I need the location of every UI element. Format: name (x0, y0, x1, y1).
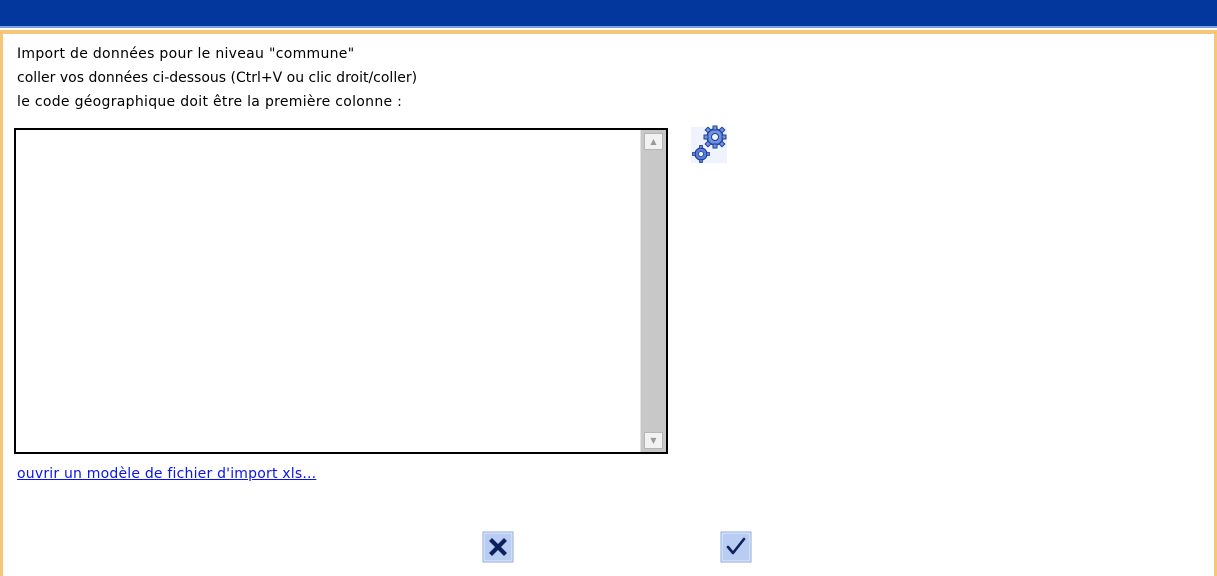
process-gear-button[interactable] (690, 125, 728, 165)
textarea-scrollbar[interactable]: ▲ ▼ (640, 130, 666, 452)
top-border (3, 30, 1214, 34)
instructions: Import de données pour le niveau "commun… (17, 42, 417, 114)
instruction-line-level: Import de données pour le niveau "commun… (17, 46, 355, 62)
instruction-line-geocode: le code géographique doit être la premiè… (17, 94, 403, 110)
import-dialog: Import de données pour le niveau "commun… (0, 0, 1217, 576)
instruction-line-paste: coller vos données ci-dessous (Ctrl+V ou… (17, 70, 418, 86)
data-textarea[interactable] (16, 130, 640, 452)
left-border (0, 30, 3, 576)
cancel-button[interactable] (482, 531, 514, 563)
close-icon (482, 531, 514, 563)
ok-button[interactable] (720, 531, 752, 563)
check-icon (720, 531, 752, 563)
open-template-link[interactable]: ouvrir un modèle de fichier d'import xls… (17, 466, 316, 482)
title-bar (0, 0, 1217, 28)
gear-icon (691, 125, 727, 163)
scroll-up-button[interactable]: ▲ (644, 133, 663, 150)
data-textarea-frame: ▲ ▼ (14, 128, 668, 454)
scroll-down-button[interactable]: ▼ (644, 432, 663, 449)
